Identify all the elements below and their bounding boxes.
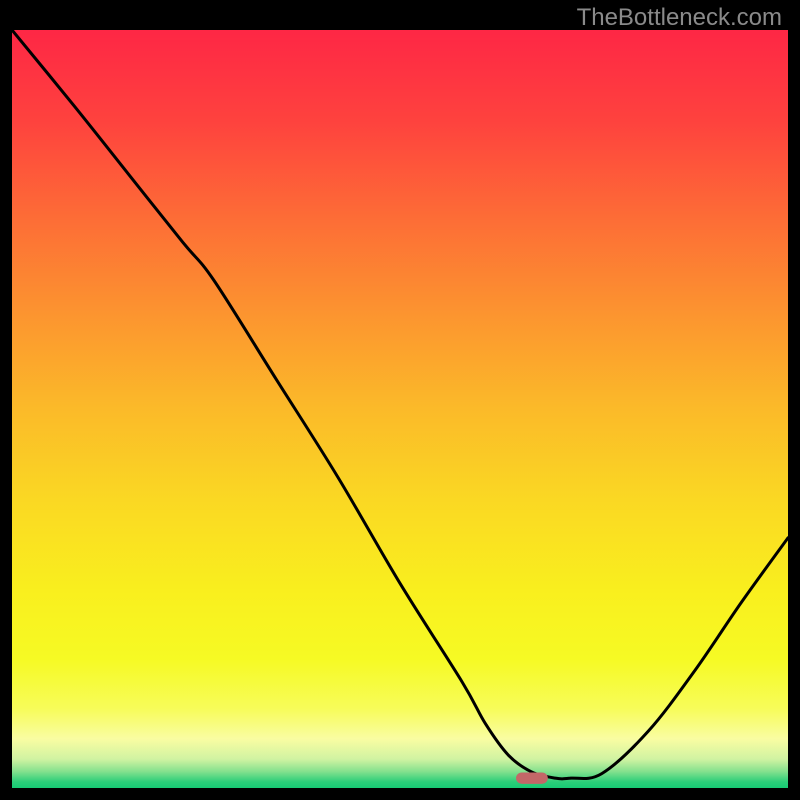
- chart-container: TheBottleneck.com: [0, 0, 800, 800]
- watermark-text: TheBottleneck.com: [577, 4, 782, 32]
- optimal-marker: [516, 772, 548, 783]
- gradient-background: [12, 30, 788, 788]
- plot-area: [12, 30, 788, 788]
- chart-svg: [12, 30, 788, 788]
